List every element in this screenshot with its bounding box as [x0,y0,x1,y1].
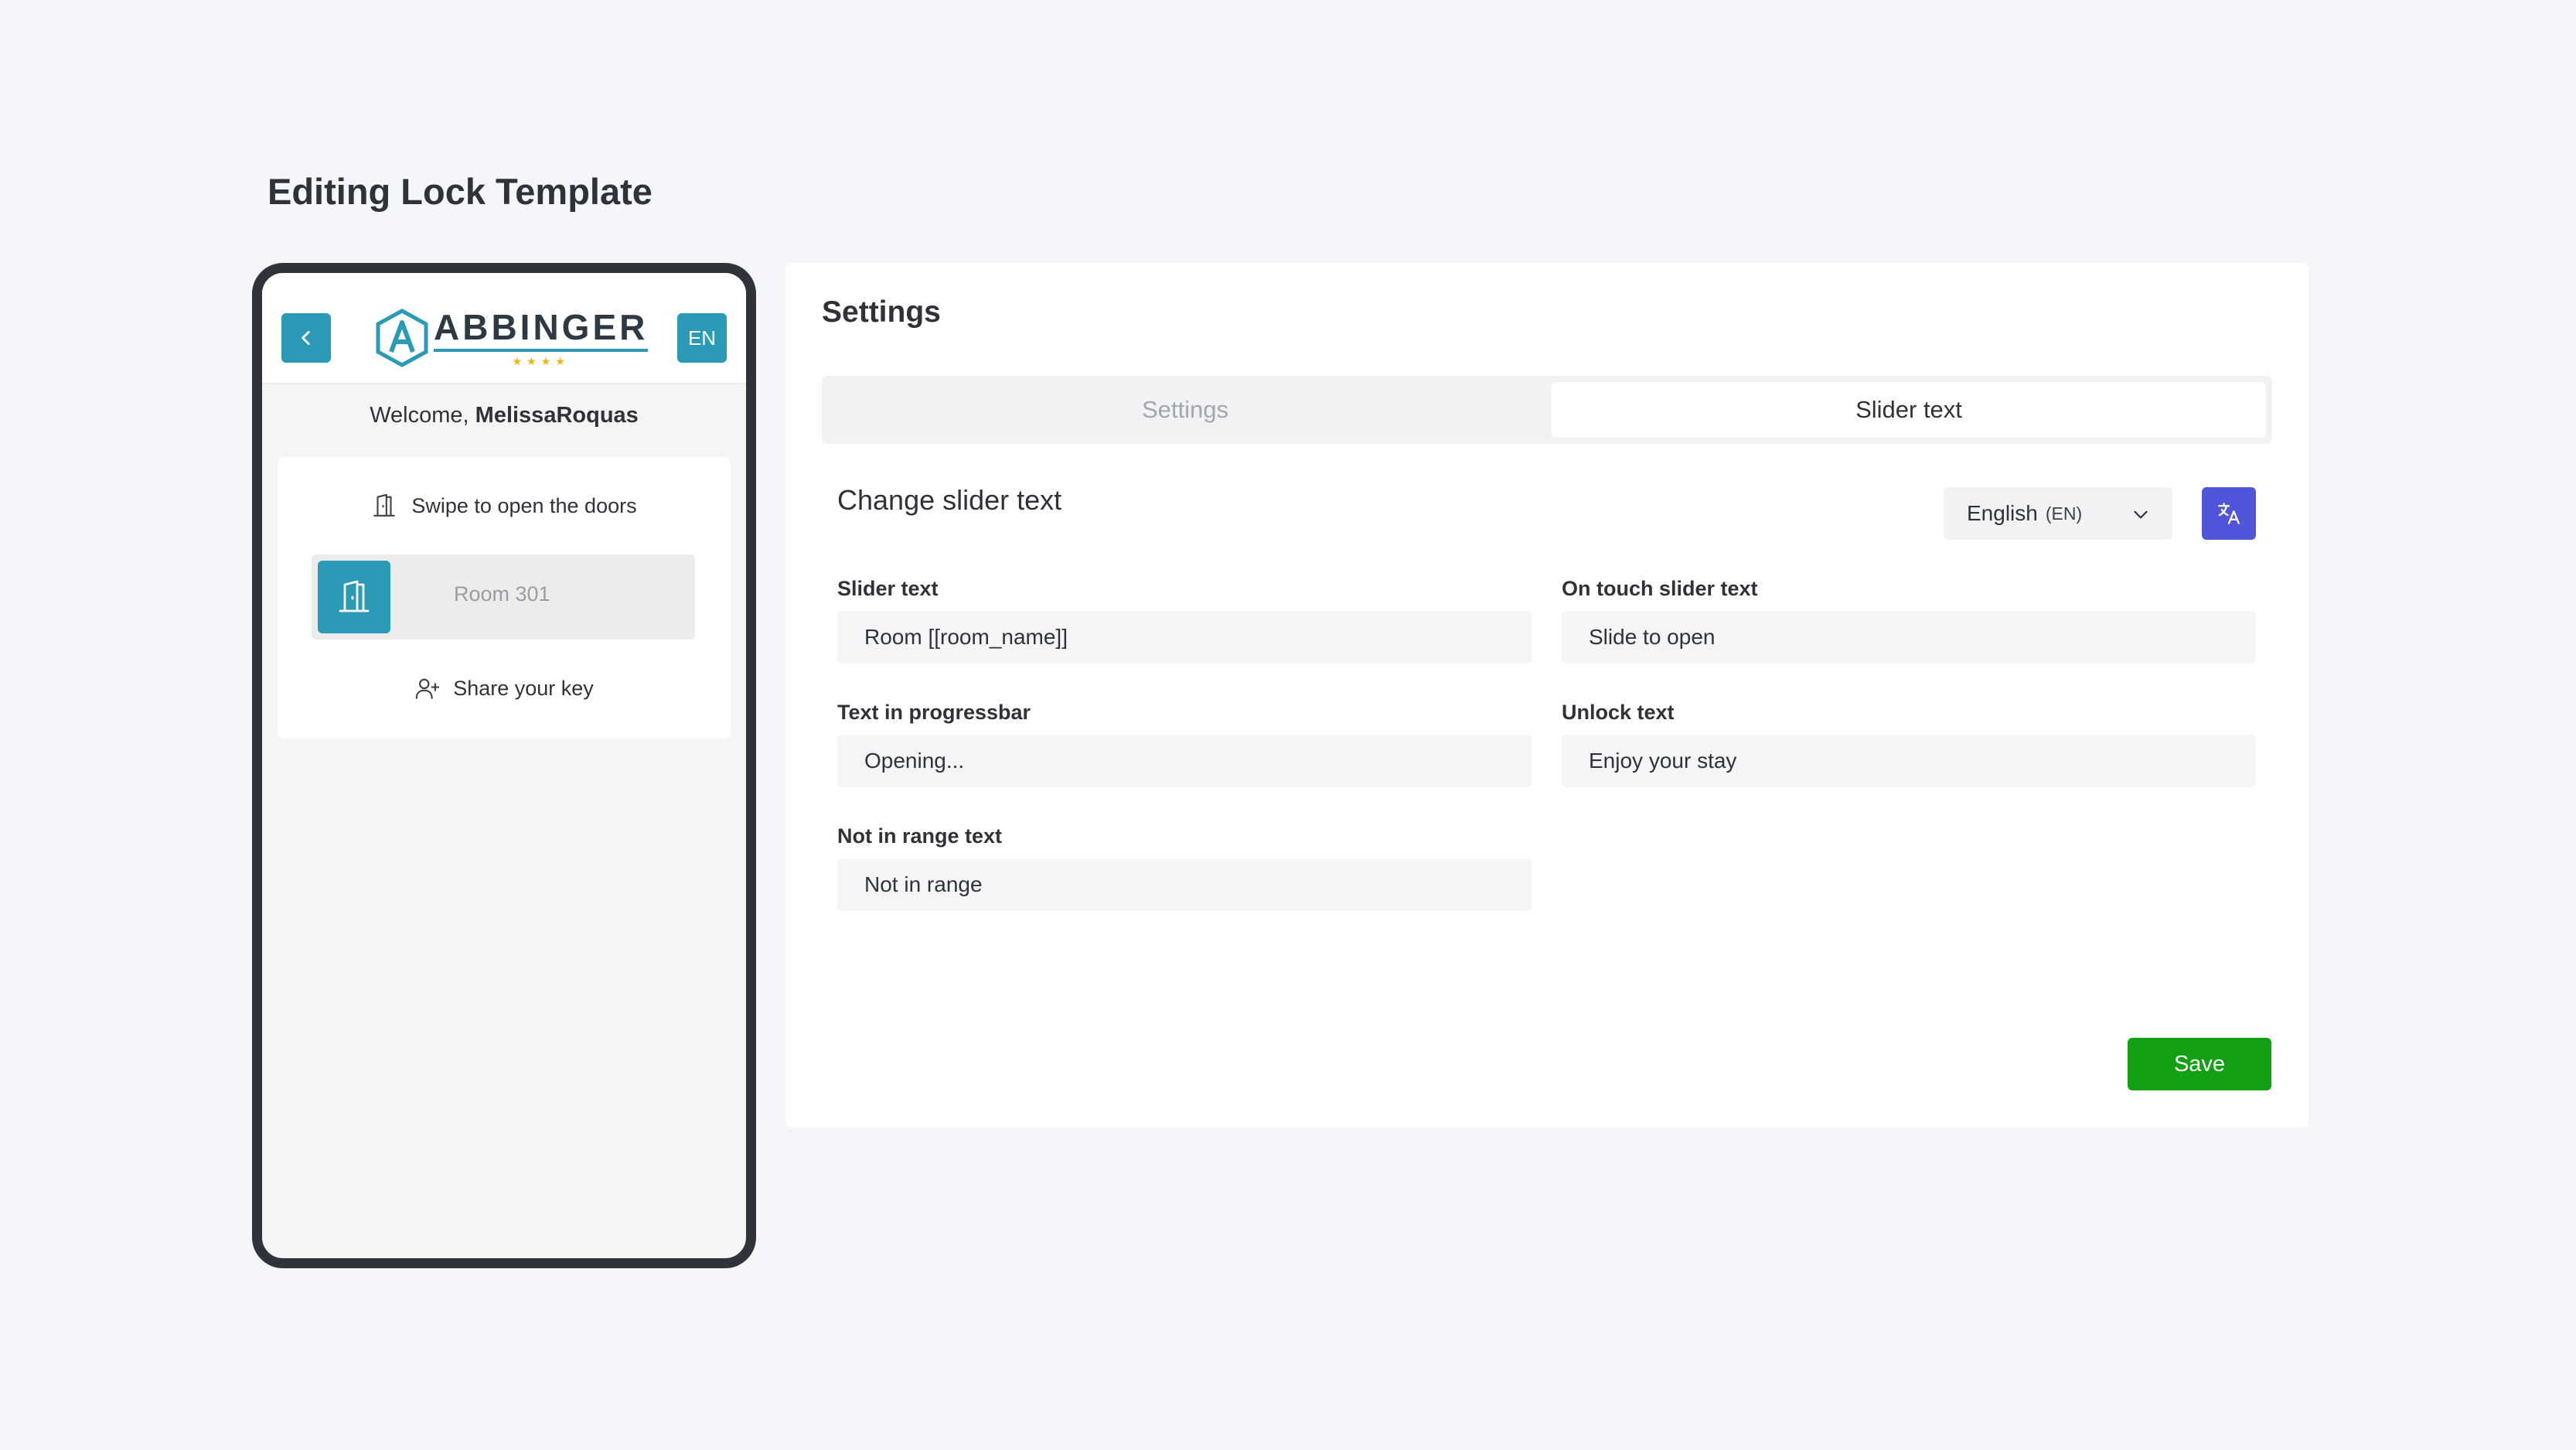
tab-settings[interactable]: Settings [828,382,1542,438]
progressbar-text-label: Text in progressbar [837,701,1031,724]
key-card: Swipe to open the doors Room 301 Share y… [278,457,731,739]
slider-text-label: Slider text [837,577,939,600]
welcome-message: Welcome, MelissaRoquas [262,403,746,428]
language-button[interactable]: EN [677,313,727,363]
welcome-prefix: Welcome, [370,403,475,428]
tab-bar: Settings Slider text [822,376,2272,444]
on-touch-slider-text-input[interactable] [1562,611,2256,664]
tab-slider-text[interactable]: Slider text [1552,382,2266,438]
page-title: Editing Lock Template [267,171,653,212]
chevron-down-icon [2134,510,2148,519]
section-title: Change slider text [837,484,1062,516]
chevron-left-icon [302,331,310,345]
slider-label: Room 301 [454,582,550,606]
slider-text-input[interactable] [837,611,1532,664]
translate-icon [2218,503,2240,524]
not-in-range-text-label: Not in range text [837,824,1003,848]
brand-logo: ABBINGER ★★★★ [375,307,649,368]
brand-name: ABBINGER [434,307,649,352]
language-select[interactable]: English (EN) [1944,487,2172,540]
progressbar-text-input[interactable] [837,735,1532,787]
swipe-hint: Swipe to open the doors [278,493,731,519]
panel-title: Settings [822,295,941,329]
not-in-range-text-field: Not in range text [837,824,1532,911]
save-button[interactable]: Save [2128,1038,2271,1090]
share-key-link[interactable]: Share your key [278,675,731,701]
unlock-text-field: Unlock text [1562,701,2256,787]
language-code: (EN) [2045,503,2083,524]
phone-preview: ABBINGER ★★★★ EN Welcome, MelissaRoquas … [252,263,756,1268]
on-touch-slider-text-label: On touch slider text [1562,577,1758,600]
back-button[interactable] [281,313,331,363]
swipe-text: Swipe to open the doors [411,493,637,517]
user-plus-icon [415,678,440,699]
brand-stars: ★★★★ [512,355,570,367]
unlock-text-label: Unlock text [1562,701,1675,724]
slider-text-field: Slider text [837,577,1532,664]
settings-panel: Settings Settings Slider text Change sli… [785,263,2309,1128]
unlock-slider[interactable]: Room 301 [312,554,695,640]
door-open-icon [339,580,370,612]
hexagon-a-logo-icon [376,308,428,367]
unlock-text-input[interactable] [1562,735,2256,787]
slider-handle[interactable] [318,561,390,633]
not-in-range-text-input[interactable] [837,858,1532,911]
on-touch-slider-text-field: On touch slider text [1562,577,2256,664]
phone-header: ABBINGER ★★★★ EN [262,273,746,384]
door-icon [373,493,396,517]
language-label: English [1967,501,2038,525]
share-text: Share your key [453,676,594,700]
progressbar-text-field: Text in progressbar [837,701,1532,787]
translate-button[interactable] [2202,487,2256,540]
username: MelissaRoquas [475,403,639,428]
